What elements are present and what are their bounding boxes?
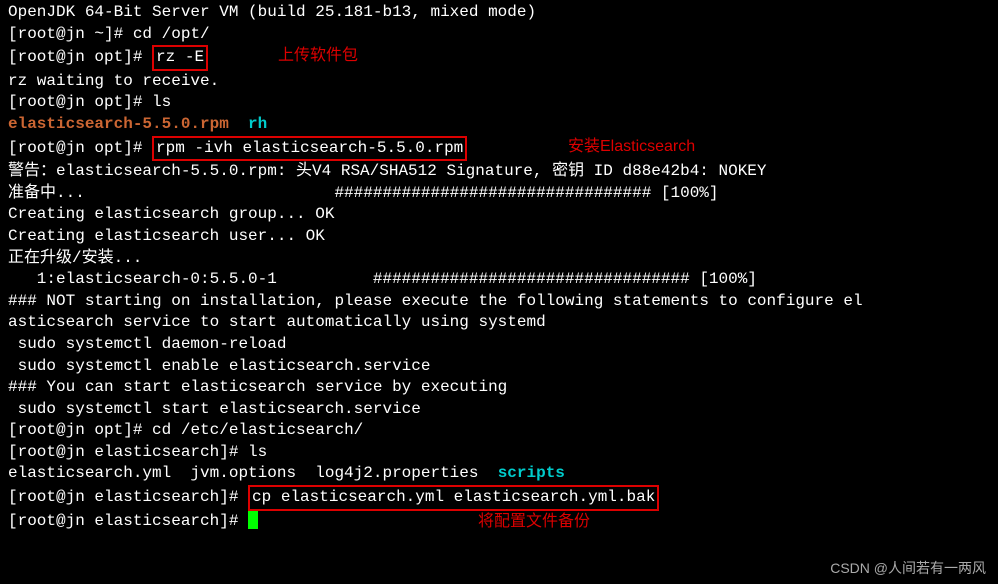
prompt: [root@jn opt]# xyxy=(8,139,152,157)
command: cp elasticsearch.yml elasticsearch.yml.b… xyxy=(252,488,655,506)
output: sudo systemctl start elasticsearch.servi… xyxy=(8,400,421,418)
output: ### NOT starting on installation, please… xyxy=(8,292,863,310)
output: 准备中... #################################… xyxy=(8,184,719,202)
prompt: [root@jn elasticsearch]# xyxy=(8,443,248,461)
output: Creating elasticsearch group... OK xyxy=(8,205,334,223)
terminal-line: 正在升级/安装... xyxy=(8,248,990,270)
output: sudo systemctl daemon-reload xyxy=(8,335,286,353)
prompt: [root@jn ~]# xyxy=(8,25,133,43)
terminal-line: 准备中... #################################… xyxy=(8,183,990,205)
dir-rh: rh xyxy=(248,115,267,133)
output: rz waiting to receive. xyxy=(8,72,219,90)
output: Creating elasticsearch user... OK xyxy=(8,227,325,245)
watermark: CSDN @人间若有一两风 xyxy=(830,559,986,578)
terminal-line: [root@jn opt]# cd /etc/elasticsearch/ xyxy=(8,420,990,442)
output: elasticsearch.yml jvm.options log4j2.pro… xyxy=(8,464,498,482)
terminal-line: [root@jn elasticsearch]# ls xyxy=(8,442,990,464)
file-rpm: elasticsearch-5.5.0.rpm xyxy=(8,115,229,133)
terminal-line: Creating elasticsearch group... OK xyxy=(8,204,990,226)
command: cd /opt/ xyxy=(133,25,210,43)
terminal-line: elasticsearch.yml jvm.options log4j2.pro… xyxy=(8,463,990,485)
cp-command-box: cp elasticsearch.yml elasticsearch.yml.b… xyxy=(248,485,659,511)
command: ls xyxy=(152,93,171,111)
terminal-line: 1:elasticsearch-0:5.5.0-1 ##############… xyxy=(8,269,990,291)
output: 警告：elasticsearch-5.5.0.rpm: 头V4 RSA/SHA5… xyxy=(8,162,767,180)
text: OpenJDK 64-Bit Server VM (build 25.181-b… xyxy=(8,3,536,21)
terminal-line: rz waiting to receive. xyxy=(8,71,990,93)
terminal-line: sudo systemctl enable elasticsearch.serv… xyxy=(8,356,990,378)
prompt: [root@jn elasticsearch]# xyxy=(8,488,248,506)
terminal-line: Creating elasticsearch user... OK xyxy=(8,226,990,248)
command: cd /etc/elasticsearch/ xyxy=(152,421,363,439)
annotation-upload: 上传软件包 xyxy=(278,45,358,67)
dir-scripts: scripts xyxy=(498,464,565,482)
terminal-line: [root@jn opt]# rz -E 上传软件包 xyxy=(8,45,990,71)
terminal-line: [root@jn opt]# rpm -ivh elasticsearch-5.… xyxy=(8,136,990,162)
output: sudo systemctl enable elasticsearch.serv… xyxy=(8,357,430,375)
terminal-line[interactable]: [root@jn elasticsearch]# 将配置文件备份 xyxy=(8,511,990,533)
output: asticsearch service to start automatical… xyxy=(8,313,546,331)
command: rpm -ivh elasticsearch-5.5.0.rpm xyxy=(156,139,463,157)
output: 1:elasticsearch-0:5.5.0-1 ##############… xyxy=(8,270,757,288)
terminal-line: asticsearch service to start automatical… xyxy=(8,312,990,334)
output: ### You can start elasticsearch service … xyxy=(8,378,507,396)
terminal-line: sudo systemctl start elasticsearch.servi… xyxy=(8,399,990,421)
prompt: [root@jn elasticsearch]# xyxy=(8,512,248,530)
prompt: [root@jn opt]# xyxy=(8,93,152,111)
terminal-line: [root@jn elasticsearch]# cp elasticsearc… xyxy=(8,485,990,511)
terminal-line: OpenJDK 64-Bit Server VM (build 25.181-b… xyxy=(8,2,990,24)
annotation-backup: 将配置文件备份 xyxy=(478,511,590,533)
prompt: [root@jn opt]# xyxy=(8,421,152,439)
terminal-line: elasticsearch-5.5.0.rpm rh xyxy=(8,114,990,136)
command: rz -E xyxy=(156,48,204,66)
rz-command-box: rz -E xyxy=(152,45,208,71)
cursor-icon xyxy=(248,511,258,529)
terminal-line: ### You can start elasticsearch service … xyxy=(8,377,990,399)
command: ls xyxy=(248,443,267,461)
prompt: [root@jn opt]# xyxy=(8,48,152,66)
terminal-line: ### NOT starting on installation, please… xyxy=(8,291,990,313)
annotation-install: 安装Elasticsearch xyxy=(568,136,695,158)
terminal-line: [root@jn opt]# ls xyxy=(8,92,990,114)
output: 正在升级/安装... xyxy=(8,249,142,267)
rpm-command-box: rpm -ivh elasticsearch-5.5.0.rpm xyxy=(152,136,467,162)
terminal-line: [root@jn ~]# cd /opt/ xyxy=(8,24,990,46)
gap xyxy=(229,115,248,133)
terminal-line: 警告：elasticsearch-5.5.0.rpm: 头V4 RSA/SHA5… xyxy=(8,161,990,183)
terminal-line: sudo systemctl daemon-reload xyxy=(8,334,990,356)
